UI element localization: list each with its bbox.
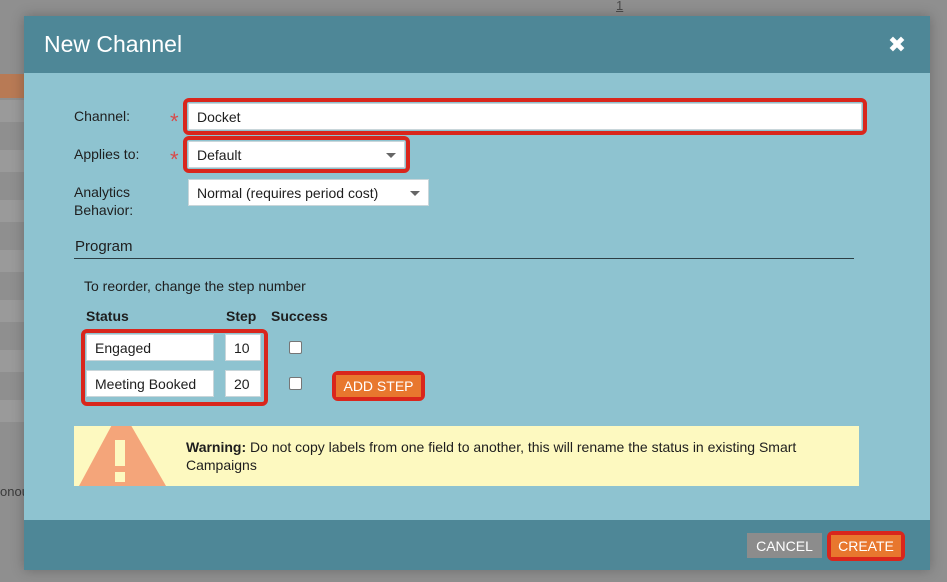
close-icon[interactable]: ✖ [886, 34, 908, 56]
required-marker: * [170, 109, 179, 134]
applies-to-value: Default [197, 146, 242, 163]
step-success-checkbox[interactable] [289, 341, 302, 354]
status-column-header: Status [86, 308, 129, 324]
analytics-behavior-select[interactable]: Normal (requires period cost) [188, 179, 429, 206]
background-page-number: 1 [616, 0, 624, 13]
warning-text: Warning: Do not copy labels from one fie… [186, 438, 846, 474]
add-step-button[interactable]: ADD STEP [336, 375, 421, 397]
channel-input[interactable]: Docket [188, 103, 862, 130]
step-number-input[interactable]: 20 [225, 370, 261, 397]
section-divider [74, 258, 854, 259]
analytics-behavior-value: Normal (requires period cost) [197, 184, 379, 201]
step-number-input[interactable]: 10 [225, 334, 261, 361]
step-status-input[interactable]: Meeting Booked [86, 370, 214, 397]
reorder-hint: To reorder, change the step number [84, 278, 306, 294]
required-marker: * [170, 147, 179, 172]
create-button[interactable]: CREATE [831, 535, 901, 557]
step-column-header: Step [226, 308, 257, 324]
dialog-header: New Channel ✖ [24, 16, 930, 73]
analytics-behavior-label-line2: Behavior: [74, 202, 134, 218]
analytics-behavior-label-line1: Analytics [74, 184, 131, 200]
dialog-footer: CANCEL CREATE [24, 520, 930, 570]
applies-to-label: Applies to: [74, 146, 140, 162]
dialog-title: New Channel [44, 31, 183, 57]
chevron-down-icon [386, 152, 396, 158]
warning-message: Do not copy labels from one field to ano… [186, 439, 797, 473]
warning-triangle-icon [79, 426, 166, 486]
chevron-down-icon [410, 190, 420, 196]
cancel-button[interactable]: CANCEL [747, 533, 822, 558]
program-section-title: Program [75, 238, 133, 255]
step-success-checkbox[interactable] [289, 377, 302, 390]
new-channel-dialog: New Channel ✖ Channel: * Docket Applies … [24, 16, 930, 570]
analytics-behavior-label: Analytics Behavior: [74, 183, 133, 219]
success-column-header: Success [271, 308, 328, 324]
warning-label: Warning: [186, 439, 247, 455]
channel-label: Channel: [74, 108, 131, 124]
warning-banner: Warning: Do not copy labels from one fie… [74, 426, 859, 486]
step-status-input[interactable]: Engaged [86, 334, 214, 361]
applies-to-select[interactable]: Default [188, 141, 405, 168]
